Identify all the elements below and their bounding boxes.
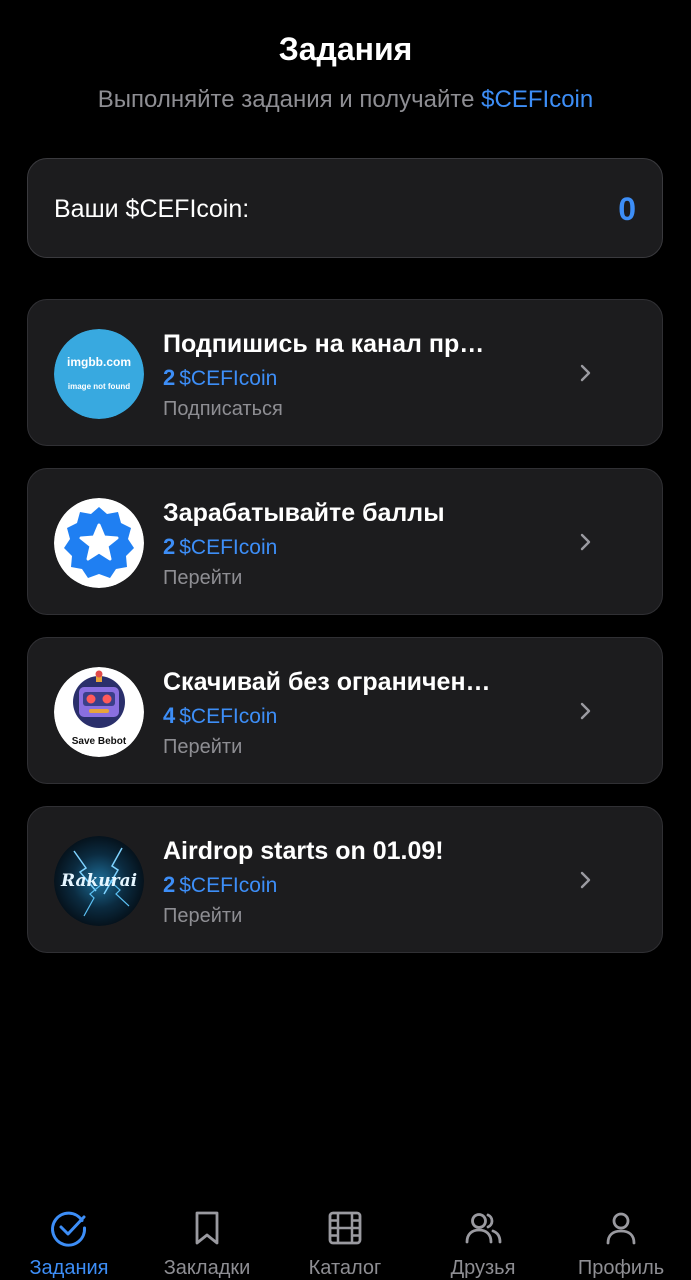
task-reward: 2 $CEFIcoin	[163, 871, 277, 900]
task-action-label: Подписаться	[163, 398, 283, 420]
avatar-text-save-bebot: Save Bebot	[72, 736, 127, 747]
bottom-tab-bar: Задания Закладки Каталог Друзья Профиль	[0, 1190, 691, 1280]
reward-currency: $CEFIcoin	[179, 705, 278, 728]
reward-amount: 4	[163, 703, 176, 728]
task-reward: 2 $CEFIcoin	[163, 533, 277, 562]
star-badge-avatar	[54, 498, 144, 588]
task-title: Скачивай без ограничен…	[163, 668, 491, 696]
check-circle-icon	[51, 1211, 87, 1247]
balance-value: 0	[618, 191, 636, 227]
tab-tasks[interactable]: Задания	[0, 1190, 138, 1280]
reward-currency: $CEFIcoin	[179, 536, 278, 559]
balance-label: Ваши $CEFIcoin:	[54, 195, 250, 223]
tab-label: Закладки	[163, 1257, 251, 1279]
star-badge-icon	[54, 498, 144, 588]
reward-currency: $CEFIcoin	[179, 367, 278, 390]
task-reward: 2 $CEFIcoin	[163, 364, 277, 393]
task-action-label: Перейти	[163, 736, 243, 758]
chevron-right-icon	[580, 364, 591, 382]
tab-profile[interactable]: Профиль	[552, 1190, 690, 1280]
task-card-airdrop[interactable]: Rakurai Airdrop starts on 01.09! 2 $CEFIc…	[27, 806, 663, 953]
users-icon	[465, 1213, 502, 1244]
subtitle-text: Выполняйте задания и получайте	[97, 86, 482, 113]
save-bebot-avatar: Save Bebot	[54, 667, 144, 757]
balance-card: Ваши $CEFIcoin: 0	[27, 158, 663, 258]
tab-label: Каталог	[308, 1257, 382, 1279]
task-title: Зарабатывайте баллы	[163, 499, 445, 527]
bookmark-icon	[195, 1211, 219, 1245]
page-subtitle: Выполняйте задания и получайте $CEFIcoin	[0, 84, 691, 116]
rakurai-avatar: Rakurai	[54, 836, 144, 926]
chevron-right-icon	[580, 533, 591, 551]
task-action-label: Перейти	[163, 905, 243, 927]
reward-amount: 2	[163, 872, 176, 897]
film-icon	[328, 1211, 362, 1245]
reward-currency: $CEFIcoin	[179, 874, 278, 897]
user-icon	[606, 1212, 636, 1245]
task-title: Подпишись на канал пр…	[163, 330, 485, 358]
avatar-text-not-found: image not found	[68, 382, 130, 391]
task-card-download-unlimited[interactable]: Save Bebot Скачивай без ограничен… 4 $CEF…	[27, 637, 663, 784]
chevron-right-icon	[580, 702, 591, 720]
imgbb-placeholder-avatar: imgbb.com image not found	[54, 329, 144, 419]
task-title: Airdrop starts on 01.09!	[163, 837, 444, 865]
reward-amount: 2	[163, 534, 176, 559]
tasks-screen: Задания Выполняйте задания и получайте $…	[0, 0, 691, 1280]
avatar-text-imgbb: imgbb.com	[67, 355, 131, 369]
task-reward: 4 $CEFIcoin	[163, 702, 277, 731]
page-title: Задания	[278, 31, 413, 67]
tab-catalog[interactable]: Каталог	[276, 1190, 414, 1280]
task-card-subscribe-channel[interactable]: imgbb.com image not found Подпишись на к…	[27, 299, 663, 446]
task-action-label: Перейти	[163, 567, 243, 589]
tab-label: Друзья	[450, 1257, 516, 1279]
avatar-text-rakurai: Rakurai	[60, 871, 137, 891]
chevron-right-icon	[580, 871, 591, 889]
tab-label: Задания	[29, 1257, 109, 1279]
tab-friends[interactable]: Друзья	[414, 1190, 552, 1280]
reward-amount: 2	[163, 365, 176, 390]
task-card-earn-points[interactable]: Зарабатывайте баллы 2 $CEFIcoin Перейти	[27, 468, 663, 615]
tab-bookmarks[interactable]: Закладки	[138, 1190, 276, 1280]
subtitle-coin-name: $CEFIcoin	[481, 86, 594, 113]
tab-label: Профиль	[577, 1257, 665, 1279]
